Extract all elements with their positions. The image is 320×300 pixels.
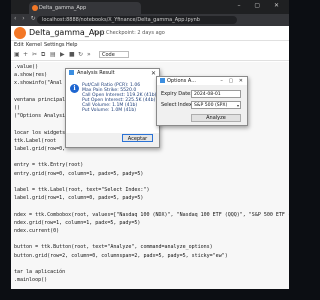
run-icon[interactable]: ▶ — [60, 51, 65, 58]
code-line: entry = ttk.Entry(root) — [14, 162, 84, 169]
window-controls[interactable]: – ▢ ✕ — [237, 2, 285, 9]
screen: Delta_gamma_App × – ▢ ✕ ‹ › ↻ localhost:… — [11, 0, 289, 289]
code-line: () — [14, 105, 21, 111]
code-line: button = ttk.Button(root, text="Analyze"… — [14, 244, 213, 251]
save-icon[interactable]: ▣ — [14, 51, 20, 58]
paste-icon[interactable]: ▤ — [50, 51, 56, 58]
expiry-label: Expiry Date: — [161, 91, 192, 97]
address-bar: ‹ › ↻ localhost:8888/notebooks/X_Yfinanc… — [11, 14, 289, 26]
menu-bar: Edit Kernel Settings Help — [11, 41, 289, 50]
url-field[interactable]: localhost:8888/notebooks/X_Yfinance/Delt… — [37, 16, 237, 24]
checkpoint-status: Last Checkpoint: 2 days ago — [94, 30, 165, 36]
browser-tab-title: Delta_gamma_App — [39, 5, 87, 11]
browser-tab-bar: Delta_gamma_App × – ▢ ✕ — [11, 0, 289, 14]
cell-type-select[interactable]: Code — [99, 51, 129, 58]
analysis-result-dialog: Analysis Result ✕ i Put/Call Ratio (PCR)… — [65, 68, 160, 148]
add-icon[interactable]: + — [23, 51, 28, 58]
browser-tab[interactable]: Delta_gamma_App × — [29, 2, 141, 14]
code-line: a.show(res) — [14, 72, 48, 79]
tk-feather-icon — [160, 78, 165, 83]
code-line: ttk.Label(root — [14, 137, 57, 144]
jupyter-page: Delta_gamma_App Last Checkpoint: 2 days … — [11, 26, 289, 289]
jupyter-header: Delta_gamma_App Last Checkpoint: 2 days … — [11, 26, 289, 41]
index-select-value: S&P 500 (SPX) — [194, 103, 228, 108]
jupyter-logo-icon[interactable] — [14, 27, 26, 39]
notebook-toolbar: ▣ + ✂ ⧉ ▤ ▶ ■ ↻ » Code — [11, 50, 289, 61]
fast-forward-icon[interactable]: » — [87, 51, 91, 58]
code-line: label = ttk.Label(root, text="Select Ind… — [14, 187, 150, 193]
menu-kernel[interactable]: Kernel — [26, 42, 42, 48]
copy-icon[interactable]: ⧉ — [41, 51, 45, 59]
info-icon: i — [70, 84, 79, 93]
options-window: Options A... – ▢ ✕ Expiry Date: 2024-08-… — [156, 76, 248, 126]
accept-button[interactable]: Aceptar — [122, 134, 153, 142]
options-titlebar: Options A... – ▢ ✕ — [157, 77, 247, 85]
index-label: Select Index: — [161, 102, 194, 108]
cut-icon[interactable]: ✂ — [32, 51, 37, 58]
dialog-title: Analysis Result — [77, 70, 115, 76]
code-line: ndex.current(0) — [14, 228, 60, 234]
options-title: Options A... — [167, 78, 196, 84]
stop-icon[interactable]: ■ — [69, 51, 75, 58]
nav-arrows-icon[interactable]: ‹ › ↻ — [14, 15, 38, 22]
code-line: x.showinfo("Anal — [14, 80, 63, 87]
result-line: Put Volume: 1.0M (41b) — [82, 108, 137, 113]
code-line: button.grid(row=2, column=0, columnspan=… — [14, 252, 228, 259]
code-line: ndex = ttk.Combobox(root, values=["Nasda… — [14, 211, 289, 218]
code-line: label.grid(row=1, column=0, padx=5, pady… — [14, 195, 144, 202]
code-line: ndex.grid(row=1, column=1, padx=5, pady=… — [14, 219, 141, 226]
tk-feather-icon — [69, 70, 74, 75]
code-line: .value() — [14, 64, 39, 70]
window-controls[interactable]: – ▢ ✕ — [220, 77, 245, 85]
dialog-titlebar: Analysis Result ✕ — [66, 69, 159, 78]
taskbar — [0, 289, 300, 300]
index-select[interactable]: S&P 500 (SPX) ▾ — [191, 101, 241, 109]
menu-edit[interactable]: Edit — [14, 42, 24, 48]
code-line: entry.grid(row=0, column=1, padx=5, pady… — [14, 170, 144, 177]
analyze-button[interactable]: Analyze — [191, 114, 241, 122]
menu-settings[interactable]: Settings — [44, 42, 65, 48]
restart-icon[interactable]: ↻ — [78, 51, 83, 58]
code-line: label.grid(row=0, — [14, 146, 66, 152]
code-line: tar la aplicación — [14, 269, 66, 275]
jupyter-tab-icon — [32, 5, 38, 11]
chevron-down-icon[interactable]: ▾ — [237, 102, 239, 108]
code-line: locar los widgets — [14, 129, 66, 136]
code-line: ventana principal — [14, 96, 66, 103]
code-line: .mainloop() — [14, 277, 48, 284]
expiry-date-field[interactable]: 2024-08-01 — [191, 90, 241, 98]
dialog-body: i Put/Call Ratio (PCR): 1.06 Max Pain St… — [66, 78, 159, 133]
menu-help[interactable]: Help — [66, 42, 77, 48]
